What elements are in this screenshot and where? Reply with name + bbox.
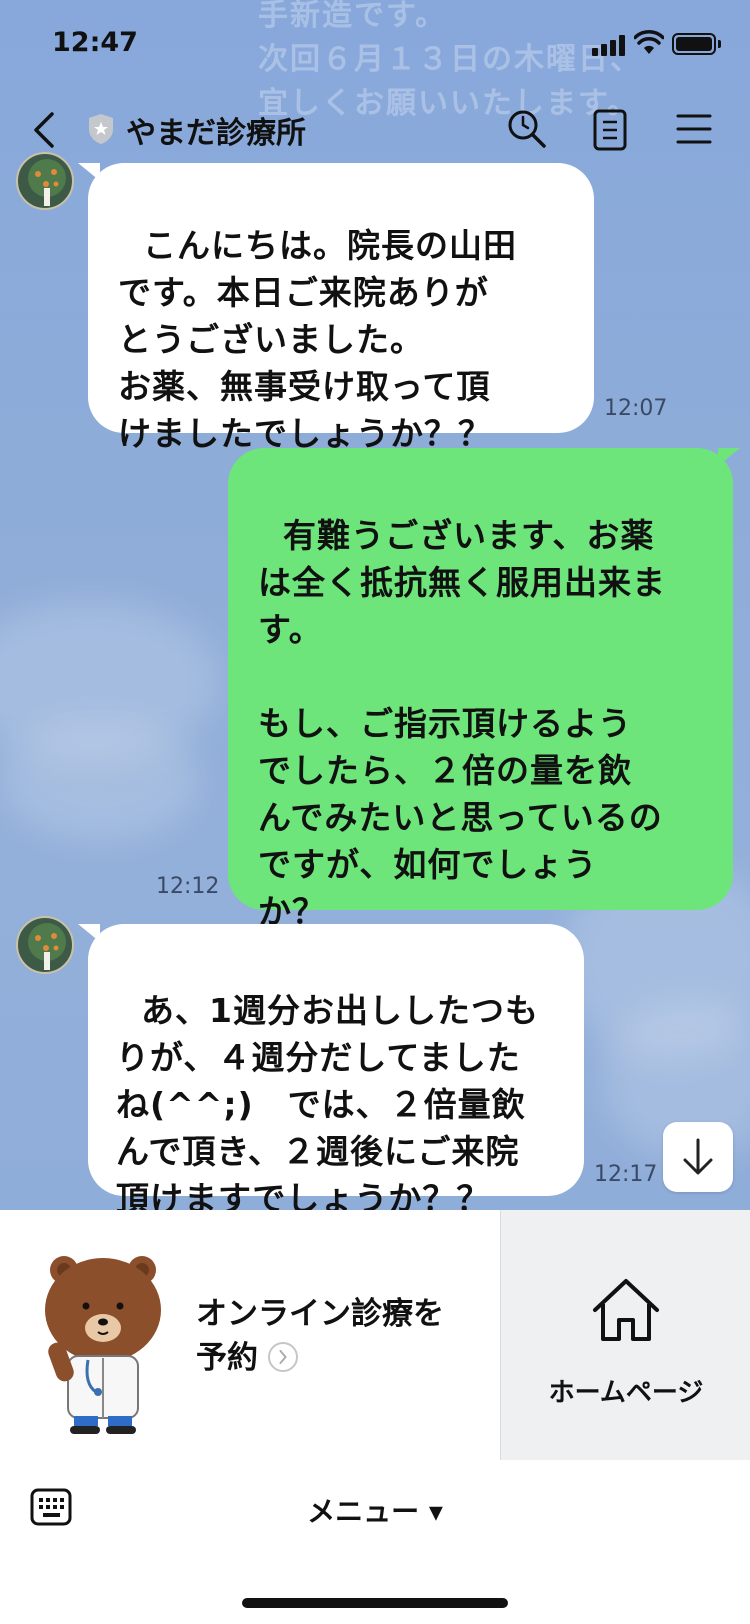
status-time: 12:47 <box>52 27 138 58</box>
message-bubble-incoming[interactable]: あ、1週分お出ししたつも りが、４週分だしてました ね(^^;) では、２倍量飲… <box>88 924 584 1218</box>
rich-menu: オンライン診療を 予約 ホームページ <box>0 1210 750 1460</box>
online-consultation-label: オンライン診療を 予約 <box>196 1296 444 1376</box>
message-bubble-incoming[interactable]: こんにちは。院長の山田 です。本日ご来院ありが とうございました。 お薬、無事受… <box>88 163 594 453</box>
cellular-signal-icon <box>592 34 626 56</box>
clinic-avatar[interactable] <box>16 152 74 210</box>
home-indicator <box>242 1598 508 1608</box>
verified-shield-icon <box>89 114 113 144</box>
chevron-right-icon <box>268 1341 298 1372</box>
homepage-label: ホームページ <box>548 1378 704 1408</box>
message-text: 有難うございます、お薬 は全く抵抗無く服用出来ま す。 もし、ご指示頂けるよう … <box>258 516 666 931</box>
search-icon[interactable] <box>506 108 548 150</box>
notes-icon[interactable] <box>592 108 628 152</box>
battery-icon <box>672 33 716 55</box>
message-timestamp: 12:17 <box>594 1162 658 1187</box>
clinic-avatar[interactable] <box>16 916 74 974</box>
bubble-tail <box>78 924 100 942</box>
status-bar: 12:47 <box>0 0 750 90</box>
chat-header: やまだ診療所 <box>0 90 750 170</box>
bubble-tail <box>718 448 740 466</box>
message-timestamp: 12:12 <box>156 874 220 899</box>
doctor-bear-illustration <box>45 1256 161 1434</box>
message-timestamp: 12:07 <box>604 396 668 421</box>
home-icon <box>593 1279 659 1341</box>
message-text: あ、1週分お出ししたつも りが、４週分だしてました ね(^^;) では、２倍量飲… <box>116 991 539 1218</box>
homepage-button[interactable]: ホームページ <box>500 1210 750 1460</box>
message-text: こんにちは。院長の山田 です。本日ご来院ありが とうございました。 お薬、無事受… <box>118 226 517 453</box>
hamburger-menu-icon[interactable] <box>676 112 712 146</box>
message-bubble-outgoing[interactable]: 有難うございます、お薬 は全く抵抗無く服用出来ま す。 もし、ご指示頂けるよう … <box>228 448 733 931</box>
back-arrow-icon[interactable] <box>28 108 64 152</box>
bubble-tail <box>78 163 100 181</box>
wifi-icon <box>634 30 664 54</box>
online-consultation-booking-button[interactable]: オンライン診療を 予約 <box>0 1210 500 1460</box>
arrow-down-icon <box>683 1138 713 1175</box>
menu-toggle-button[interactable]: メニュー ▾ <box>0 1490 750 1530</box>
chat-title: やまだ診療所 <box>126 116 306 151</box>
scroll-to-bottom-button[interactable] <box>663 1122 733 1192</box>
bottom-bar: メニュー ▾ <box>0 1460 750 1624</box>
